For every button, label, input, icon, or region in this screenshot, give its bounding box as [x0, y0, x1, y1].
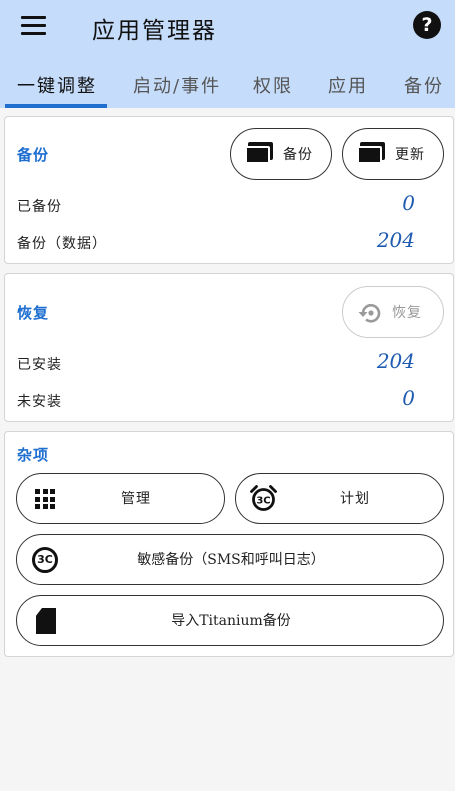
restore-button-label: 恢复 — [392, 305, 422, 321]
restore-icon — [358, 304, 381, 323]
backed-up-count: 0 — [402, 191, 415, 215]
installed-label: 已安装 — [17, 357, 62, 373]
backup-data-label: 备份（数据） — [17, 236, 107, 252]
misc-card-title: 杂项 — [17, 446, 50, 464]
update-button-label: 更新 — [395, 147, 425, 163]
folder-icon — [357, 142, 385, 164]
app-title: 应用管理器 — [92, 18, 217, 44]
restore-card-title: 恢复 — [17, 304, 50, 322]
tab-indicator — [5, 104, 107, 108]
help-icon[interactable]: ? — [413, 11, 441, 39]
sensitive-backup-button[interactable]: 3C 敏感备份（SMS和呼叫日志） — [16, 534, 444, 585]
backup-card-title: 备份 — [17, 146, 50, 164]
restore-card: 恢复 恢复 已安装 204 未安装 0 — [4, 273, 454, 422]
import-titanium-button[interactable]: 导入Titanium备份 — [16, 595, 444, 646]
misc-card: 杂项 管理 3C 计划 3C 敏感备份（SMS和呼叫日志） 导入Titanium… — [4, 431, 454, 657]
schedule-button-label: 计划 — [340, 491, 370, 507]
manage-button[interactable]: 管理 — [16, 473, 225, 524]
tab-backup[interactable]: 备份 — [404, 72, 444, 98]
backup-card: 备份 备份 更新 已备份 0 备份（数据） 204 — [4, 116, 454, 264]
not-installed-count: 0 — [402, 386, 415, 410]
backup-button-label: 备份 — [283, 147, 313, 163]
alarm-clock-icon: 3C — [250, 485, 277, 511]
update-button[interactable]: 更新 — [342, 128, 444, 180]
sensitive-backup-button-label: 敏感备份（SMS和呼叫日志） — [137, 552, 325, 568]
manage-button-label: 管理 — [121, 491, 151, 507]
grid-icon — [35, 489, 55, 509]
backup-button[interactable]: 备份 — [230, 128, 332, 180]
tab-bar: 一键调整 启动/事件 权限 应用 备份 — [0, 62, 455, 108]
not-installed-label: 未安装 — [17, 394, 62, 410]
import-titanium-button-label: 导入Titanium备份 — [171, 613, 291, 629]
tab-quick-tune[interactable]: 一键调整 — [17, 72, 97, 98]
tab-startup-events[interactable]: 启动/事件 — [133, 72, 221, 98]
tab-permissions[interactable]: 权限 — [253, 72, 293, 98]
folder-icon — [245, 142, 273, 164]
restore-button[interactable]: 恢复 — [342, 286, 444, 338]
tab-apps[interactable]: 应用 — [328, 72, 368, 98]
backed-up-label: 已备份 — [17, 199, 62, 215]
hamburger-menu-icon[interactable] — [20, 14, 48, 38]
app-bar: 应用管理器 ? — [0, 0, 455, 62]
installed-count: 204 — [376, 349, 415, 373]
svg-text:3C: 3C — [256, 496, 270, 507]
schedule-button[interactable]: 3C 计划 — [235, 473, 444, 524]
backup-data-count: 204 — [376, 228, 415, 252]
